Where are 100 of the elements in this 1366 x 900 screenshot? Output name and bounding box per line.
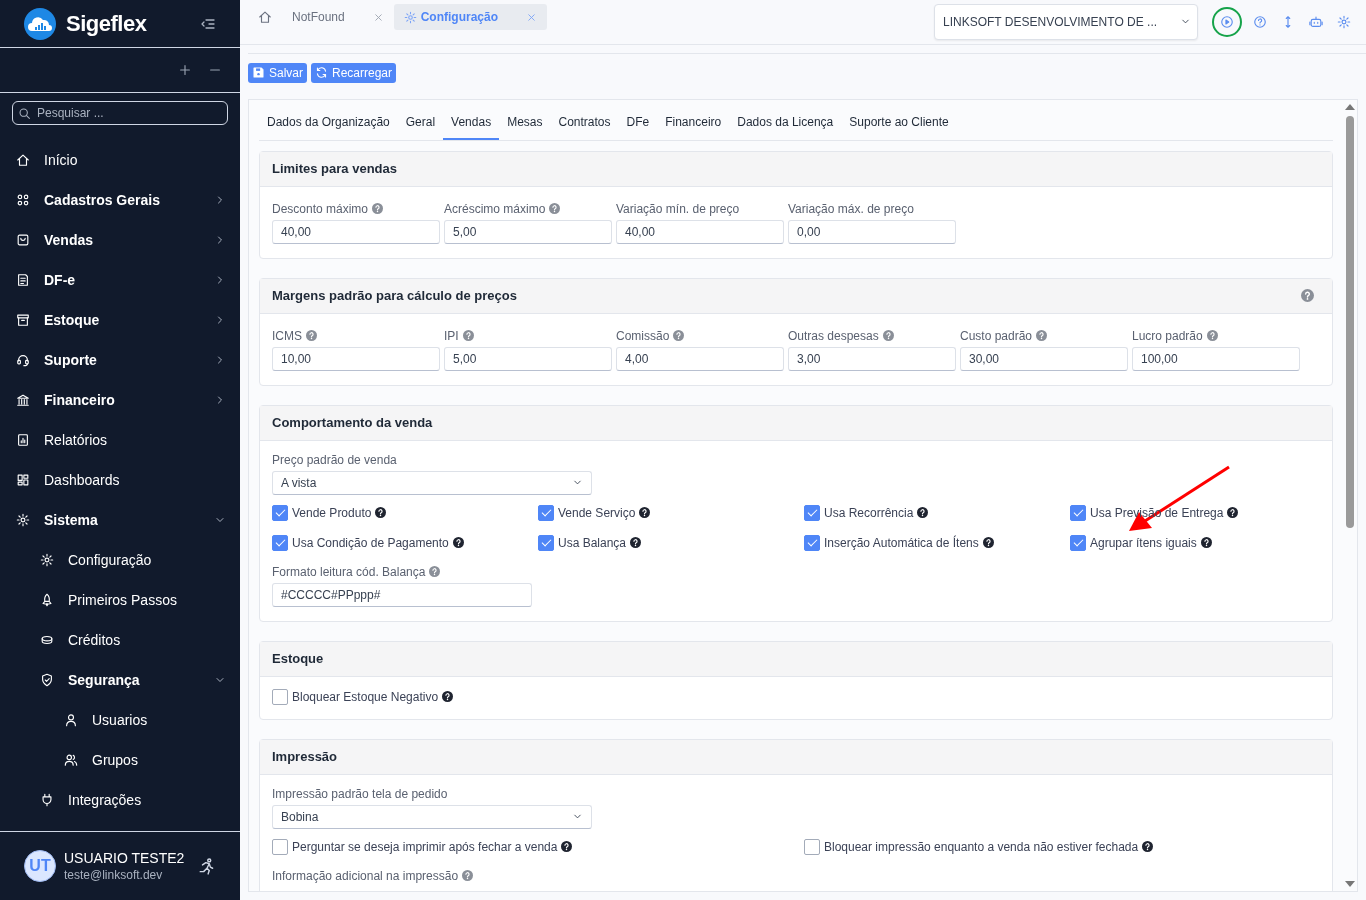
field-label: Lucro padrão	[1132, 328, 1203, 343]
menu-item[interactable]: Dashboards	[0, 460, 240, 500]
checkbox-label: Usa Condição de Pagamento	[292, 535, 449, 550]
document-icon	[16, 273, 30, 287]
help-icon	[1253, 14, 1267, 29]
field-label: Desconto máximo	[272, 201, 369, 216]
field-label: ICMS	[272, 328, 302, 343]
menu-item[interactable]: Vendas	[0, 220, 240, 260]
menu-item[interactable]: Sistema	[0, 500, 240, 540]
settings-tab[interactable]: DFe	[618, 114, 658, 140]
menu-item[interactable]: Usuarios	[0, 700, 240, 740]
number-field[interactable]: 40,00	[272, 219, 440, 244]
number-field[interactable]: 5,00	[444, 346, 612, 371]
brand-name: Sigeflex	[66, 10, 148, 37]
number-field[interactable]: 0,00	[788, 219, 956, 244]
checkbox[interactable]	[272, 838, 288, 855]
number-field[interactable]: 3,00	[788, 346, 956, 371]
settings-tab[interactable]: Mesas	[499, 114, 551, 140]
settings-icon	[40, 553, 54, 567]
search-field[interactable]: Pesquisar ...	[12, 101, 228, 125]
checkbox-label: Bloquear impressão enquanto a venda não estiver fechada	[824, 839, 1139, 854]
dropdown[interactable]: Bobina	[272, 804, 592, 829]
menu-item[interactable]: Integrações	[0, 780, 240, 820]
number-field[interactable]: 5,00	[444, 219, 612, 244]
headset-icon	[16, 353, 30, 367]
section-title: Estoque	[272, 651, 324, 667]
menu-item[interactable]: Configuração	[0, 540, 240, 580]
checkbox-label: Perguntar se deseja imprimir após fechar a venda	[292, 839, 558, 854]
users-icon	[64, 753, 78, 767]
menu-item[interactable]: DF-e	[0, 260, 240, 300]
dashboard-icon	[16, 473, 30, 487]
company-select[interactable]: LINKSOFT DESENVOLVIMENTO DE ...	[934, 3, 1198, 40]
number-field[interactable]: 4,00	[616, 346, 784, 371]
dropdown[interactable]: A vista	[272, 470, 592, 495]
checkbox[interactable]	[804, 838, 820, 855]
avatar: UT	[24, 850, 56, 882]
menu-item[interactable]: Segurança	[0, 660, 240, 700]
checkbox[interactable]	[272, 688, 288, 705]
menu-item[interactable]: Início	[0, 140, 240, 180]
help-icon[interactable]	[452, 537, 464, 549]
user-name: USUARIO TESTE2	[64, 850, 186, 866]
help-icon[interactable]	[630, 537, 642, 549]
field-label: Comissão	[616, 328, 670, 343]
field-label: Preço padrão de venda	[272, 452, 397, 467]
help-icon[interactable]	[375, 507, 387, 519]
section-title: Impressão	[272, 749, 338, 765]
help-icon[interactable]	[1227, 507, 1239, 519]
checkbox-label: Vende Produto	[292, 505, 372, 520]
number-field[interactable]: 100,00	[1132, 346, 1300, 371]
checkbox[interactable]	[272, 534, 288, 551]
field-label: Formato leitura cód. Balança	[272, 564, 426, 579]
settings-tab[interactable]: Financeiro	[657, 114, 730, 140]
settings-tab[interactable]: Contratos	[550, 114, 619, 140]
scrollbar-thumb[interactable]	[1346, 115, 1354, 528]
checkbox[interactable]	[1070, 534, 1086, 551]
checkbox[interactable]	[272, 504, 288, 521]
help-icon[interactable]	[917, 507, 929, 519]
bag-icon	[16, 233, 30, 247]
settings-tab[interactable]: Geral	[397, 114, 444, 140]
page-tab[interactable]: NotFound	[282, 4, 394, 30]
menu-item[interactable]: Créditos	[0, 620, 240, 660]
checkbox[interactable]	[538, 534, 554, 551]
archive-icon	[16, 313, 30, 327]
user-email: teste@linksoft.dev	[64, 868, 164, 882]
checkbox[interactable]	[804, 504, 820, 521]
menu-item[interactable]: Suporte	[0, 340, 240, 380]
menu-item[interactable]: Estoque	[0, 300, 240, 340]
number-field[interactable]: 40,00	[616, 219, 784, 244]
menu-item[interactable]: Relatórios	[0, 420, 240, 460]
home-icon	[258, 10, 272, 24]
checkbox[interactable]	[1070, 504, 1086, 521]
menu-item[interactable]: Financeiro	[0, 380, 240, 420]
number-field[interactable]: 30,00	[960, 346, 1128, 371]
help-icon[interactable]	[982, 537, 994, 549]
text-field[interactable]: #CCCCC#PPppp#	[272, 582, 532, 607]
help-icon[interactable]	[442, 691, 454, 703]
scroll-down-icon[interactable]	[1345, 881, 1355, 887]
save-icon	[252, 66, 265, 80]
number-field[interactable]: 10,00	[272, 346, 440, 371]
field-label: Informação adicional na impressão	[272, 868, 459, 883]
settings-tab[interactable]: Dados da Organização	[259, 114, 398, 140]
settings-tab[interactable]: Vendas	[443, 114, 500, 140]
menu-item[interactable]: Primeiros Passos	[0, 580, 240, 620]
scroll-up-icon[interactable]	[1345, 103, 1355, 110]
search-icon	[18, 107, 31, 120]
grid-icon	[16, 193, 30, 207]
settings-tab[interactable]: Dados da Licença	[729, 114, 842, 140]
checkbox-label: Usa Recorrência	[824, 505, 914, 520]
menu-item[interactable]: Cadastros Gerais	[0, 180, 240, 220]
bank-icon	[16, 393, 30, 407]
settings-icon	[16, 513, 30, 527]
field-label: Outras despesas	[788, 328, 879, 343]
help-icon[interactable]	[1200, 537, 1212, 549]
help-icon[interactable]	[561, 841, 573, 853]
help-icon[interactable]	[639, 507, 651, 519]
checkbox[interactable]	[804, 534, 820, 551]
help-icon[interactable]	[1142, 841, 1154, 853]
settings-tab[interactable]: Suporte ao Cliente	[841, 114, 957, 140]
checkbox[interactable]	[538, 504, 554, 521]
menu-item[interactable]: Grupos	[0, 740, 240, 780]
